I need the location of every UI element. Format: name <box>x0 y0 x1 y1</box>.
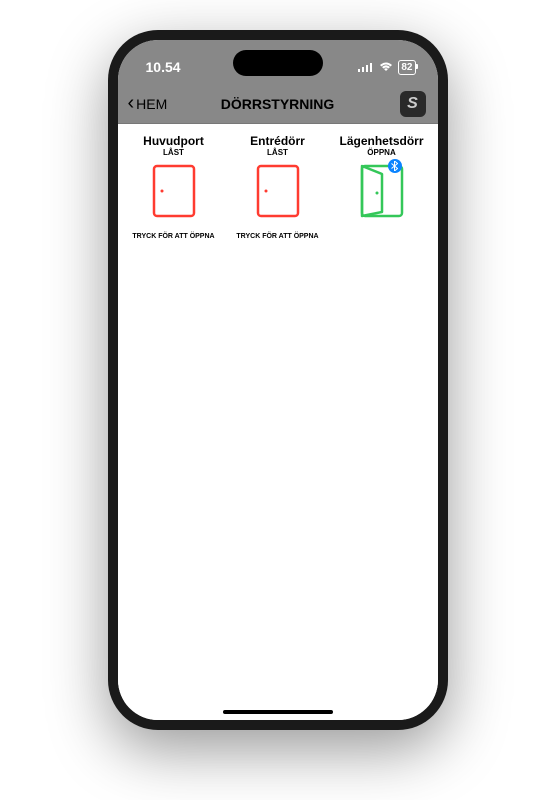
door-status: LÅST <box>267 148 288 157</box>
app-logo-icon[interactable]: S <box>400 91 426 117</box>
door-locked-icon <box>152 163 196 219</box>
wifi-icon <box>378 59 394 75</box>
door-status: LÅST <box>163 148 184 157</box>
door-entredorr[interactable]: Entrédörr LÅST TRYCK FÖR ATT ÖPPNA <box>228 132 328 242</box>
home-indicator[interactable] <box>223 710 333 714</box>
phone-screen: 10.54 82 <box>118 40 438 720</box>
back-button[interactable]: ‹ HEM <box>118 92 168 115</box>
phone-frame: 10.54 82 <box>108 30 448 730</box>
page-title: DÖRRSTYRNING <box>221 96 335 112</box>
door-name: Entrédörr <box>250 134 305 148</box>
door-status: ÖPPNA <box>367 148 395 157</box>
content-area: Huvudport LÅST TRYCK FÖR ATT ÖPPNA Entré… <box>118 124 438 720</box>
door-huvudport[interactable]: Huvudport LÅST TRYCK FÖR ATT ÖPPNA <box>124 132 224 242</box>
nav-bar: ‹ HEM DÖRRSTYRNING S <box>118 84 438 124</box>
door-hint: TRYCK FÖR ATT ÖPPNA <box>132 233 214 240</box>
chevron-left-icon: ‹ <box>128 92 135 115</box>
status-icons: 82 <box>358 59 415 75</box>
door-open-icon <box>354 163 410 219</box>
battery-level: 82 <box>401 62 412 73</box>
signal-icon <box>358 59 374 75</box>
door-name: Lägenhetsdörr <box>339 134 423 148</box>
status-time: 10.54 <box>146 59 181 75</box>
dynamic-island <box>233 50 323 76</box>
door-lagenhetsdorr[interactable]: Lägenhetsdörr ÖPPNA <box>332 132 432 242</box>
bluetooth-icon <box>388 159 402 173</box>
battery-icon: 82 <box>398 60 415 75</box>
back-label: HEM <box>136 96 167 112</box>
door-hint: TRYCK FÖR ATT ÖPPNA <box>236 233 318 240</box>
door-locked-icon <box>256 163 300 219</box>
door-grid: Huvudport LÅST TRYCK FÖR ATT ÖPPNA Entré… <box>124 132 432 242</box>
door-name: Huvudport <box>143 134 204 148</box>
